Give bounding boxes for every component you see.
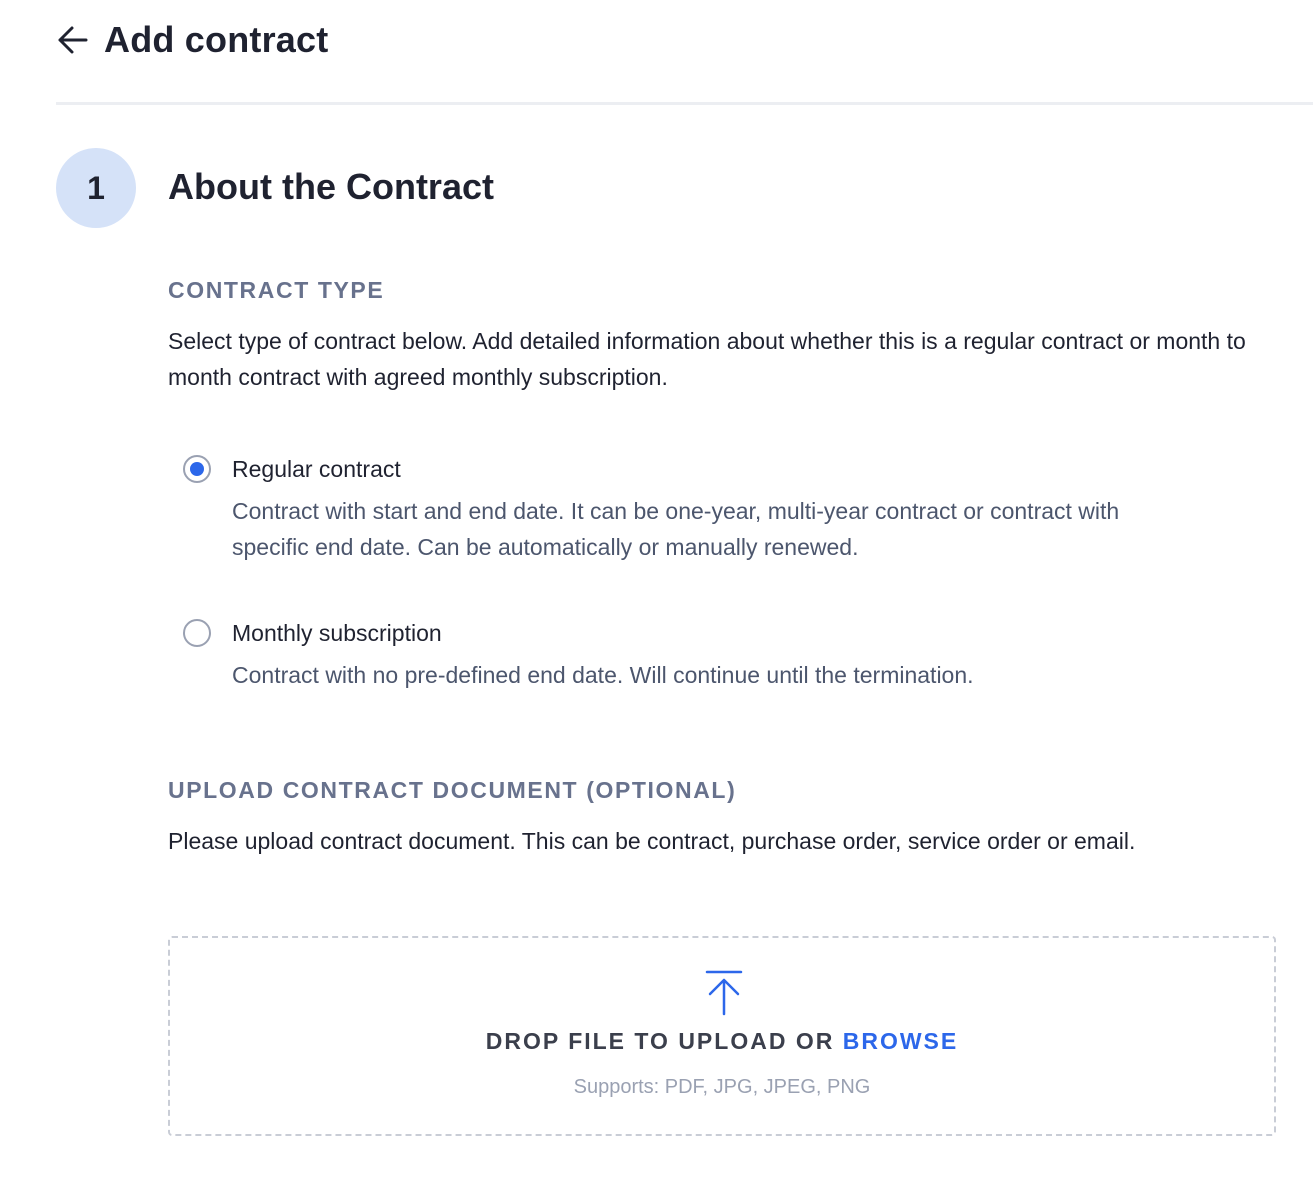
radio-option-regular-contract[interactable]: Regular contract Contract with start and… bbox=[183, 452, 1172, 565]
step-title: About the Contract bbox=[168, 166, 494, 207]
browse-link[interactable]: BROWSE bbox=[843, 1028, 959, 1054]
monthly-subscription-radio[interactable] bbox=[183, 619, 211, 647]
supported-formats: Supports: PDF, JPG, JPEG, PNG bbox=[573, 1076, 871, 1098]
contract-type-label: CONTRACT TYPE bbox=[168, 277, 385, 303]
regular-contract-label: Regular contract bbox=[232, 456, 401, 482]
radio-option-monthly-subscription[interactable]: Monthly subscription Contract with no pr… bbox=[183, 616, 1172, 693]
regular-contract-radio[interactable] bbox=[183, 455, 211, 483]
page-title: Add contract bbox=[104, 19, 329, 60]
file-dropzone[interactable]: DROP FILE TO UPLOAD OR BROWSE Supports: … bbox=[168, 936, 1276, 1136]
upload-description: Please upload contract document. This ca… bbox=[168, 828, 1136, 854]
monthly-subscription-label: Monthly subscription bbox=[232, 620, 442, 646]
arrow-left-icon bbox=[58, 26, 88, 54]
back-button[interactable] bbox=[56, 23, 90, 57]
contract-type-description: Select type of contract below. Add detai… bbox=[168, 328, 1246, 390]
step-number-badge: 1 bbox=[56, 148, 136, 228]
monthly-subscription-description: Contract with no pre-defined end date. W… bbox=[232, 662, 974, 688]
upload-arrow-icon bbox=[705, 970, 743, 1016]
drop-instructions: DROP FILE TO UPLOAD OR BROWSE bbox=[170, 1028, 1274, 1055]
drop-text: DROP FILE TO UPLOAD OR bbox=[485, 1028, 835, 1054]
page-header: Add contract bbox=[56, 16, 328, 64]
regular-contract-description: Contract with start and end date. It can… bbox=[232, 498, 1120, 560]
header-divider bbox=[56, 102, 1313, 105]
upload-section-label: UPLOAD CONTRACT DOCUMENT (OPTIONAL) bbox=[168, 777, 737, 803]
